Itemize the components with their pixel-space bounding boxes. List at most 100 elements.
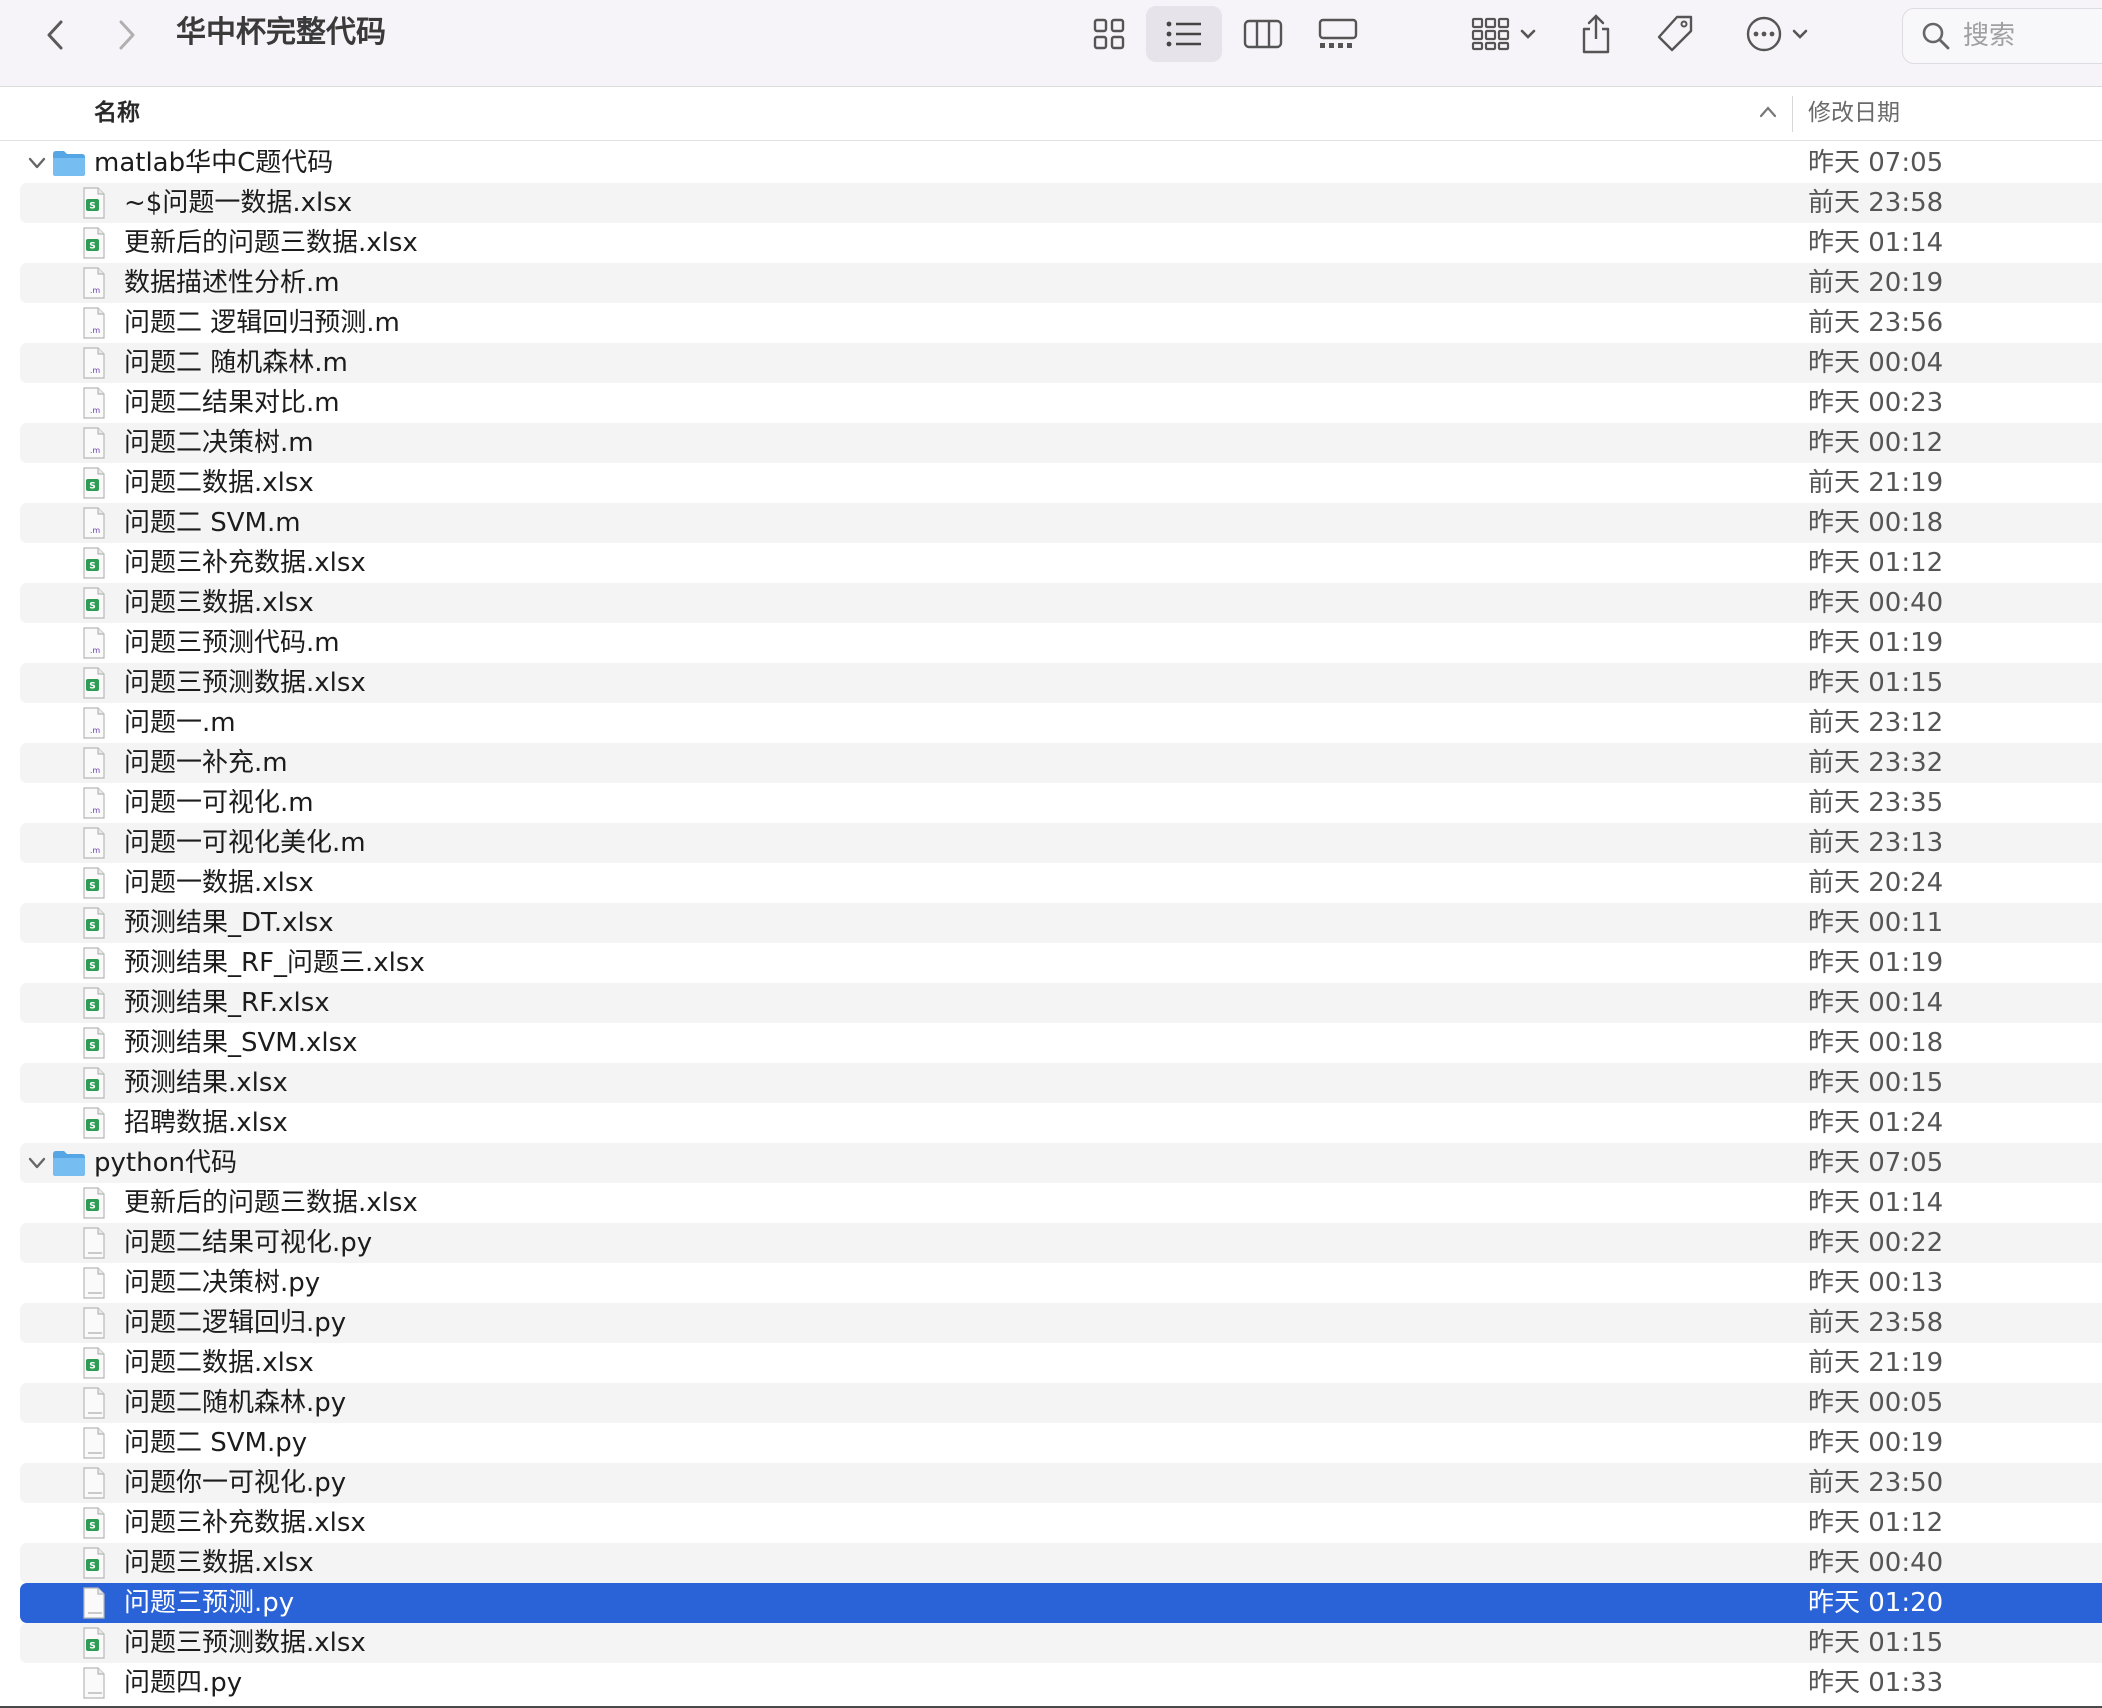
file-name: 问题二逻辑回归.py: [124, 1308, 347, 1338]
file-row[interactable]: 问题二逻辑回归.py 前天 23:58: [20, 1303, 2102, 1343]
spreadsheet-icon: S: [83, 187, 105, 219]
search-input[interactable]: [1961, 20, 2102, 52]
more-actions-button[interactable]: [1738, 6, 1816, 62]
svg-text:S: S: [89, 1122, 95, 1132]
python-file-icon: [83, 1467, 105, 1499]
file-row[interactable]: S 更新后的问题三数据.xlsx 昨天 01:14: [20, 223, 2102, 263]
file-row[interactable]: .m 问题三预测代码.m 昨天 01:19: [20, 623, 2102, 663]
tag-icon: [1657, 15, 1693, 52]
spreadsheet-icon: S: [83, 907, 105, 939]
file-name: 问题二 SVM.m: [124, 508, 301, 538]
search-field[interactable]: [1902, 8, 2102, 64]
file-row[interactable]: S 预测结果_DT.xlsx 昨天 00:11: [20, 903, 2102, 943]
row-icon: [82, 1307, 106, 1343]
sort-ascending-icon[interactable]: [1758, 102, 1778, 122]
modified-date: 昨天 01:15: [1808, 668, 1944, 698]
modified-date: 昨天 01:15: [1808, 1628, 1944, 1658]
matlab-file-icon: .m: [83, 387, 105, 419]
file-row[interactable]: S 问题三数据.xlsx 昨天 00:40: [20, 583, 2102, 623]
file-row[interactable]: .m 问题二结果对比.m 昨天 00:23: [20, 383, 2102, 423]
file-name: 问题三预测.py: [124, 1588, 295, 1618]
spreadsheet-icon: S: [83, 587, 105, 619]
name-column-header[interactable]: 名称: [94, 97, 140, 129]
file-row[interactable]: S 问题三数据.xlsx 昨天 00:40: [20, 1543, 2102, 1583]
file-name: 问题三预测数据.xlsx: [124, 668, 366, 698]
file-row[interactable]: S 预测结果_SVM.xlsx 昨天 00:18: [20, 1023, 2102, 1063]
file-row[interactable]: .m 问题一.m 前天 23:12: [20, 703, 2102, 743]
column-divider[interactable]: [1792, 96, 1793, 132]
back-button[interactable]: [30, 10, 80, 60]
file-row[interactable]: .m 问题一补充.m 前天 23:32: [20, 743, 2102, 783]
matlab-file-icon: .m: [83, 627, 105, 659]
file-row[interactable]: S 招聘数据.xlsx 昨天 01:24: [20, 1103, 2102, 1143]
svg-text:S: S: [89, 1642, 95, 1652]
row-icon: .m: [82, 387, 106, 423]
file-row[interactable]: S 预测结果_RF.xlsx 昨天 00:14: [20, 983, 2102, 1023]
group-button[interactable]: [1464, 6, 1544, 62]
file-row[interactable]: .m 问题二 SVM.m 昨天 00:18: [20, 503, 2102, 543]
file-name: python代码: [94, 1148, 237, 1178]
forward-button[interactable]: [102, 10, 152, 60]
file-row[interactable]: S 问题三预测数据.xlsx 昨天 01:15: [20, 1623, 2102, 1663]
gallery-view-button[interactable]: [1303, 6, 1373, 62]
file-row[interactable]: .m 问题二 逻辑回归预测.m 前天 23:56: [20, 303, 2102, 343]
matlab-file-icon: .m: [83, 827, 105, 859]
file-row[interactable]: S 更新后的问题三数据.xlsx 昨天 01:14: [20, 1183, 2102, 1223]
file-row[interactable]: 问题四.py 昨天 01:33: [20, 1663, 2102, 1703]
ellipsis-circle-icon: [1746, 16, 1782, 52]
svg-text:S: S: [89, 1082, 95, 1092]
modified-date: 昨天 00:13: [1808, 1268, 1944, 1298]
disclosure-triangle-icon[interactable]: [26, 152, 48, 174]
folder-row[interactable]: matlab华中C题代码 昨天 07:05: [20, 143, 2102, 183]
file-name: 更新后的问题三数据.xlsx: [124, 228, 418, 258]
python-file-icon: [83, 1427, 105, 1459]
column-header: 名称 修改日期: [0, 87, 2102, 141]
row-icon: .m: [82, 707, 106, 743]
file-row[interactable]: S 问题三补充数据.xlsx 昨天 01:12: [20, 1503, 2102, 1543]
list-view-button[interactable]: [1146, 6, 1222, 62]
file-row[interactable]: .m 问题二决策树.m 昨天 00:12: [20, 423, 2102, 463]
file-row[interactable]: S 问题二数据.xlsx 前天 21:19: [20, 1343, 2102, 1383]
file-row[interactable]: .m 问题一可视化美化.m 前天 23:13: [20, 823, 2102, 863]
file-row[interactable]: S ~$问题一数据.xlsx 前天 23:58: [20, 183, 2102, 223]
file-row[interactable]: .m 数据描述性分析.m 前天 20:19: [20, 263, 2102, 303]
folder-row[interactable]: python代码 昨天 07:05: [20, 1143, 2102, 1183]
share-icon: [1582, 14, 1610, 54]
date-modified-column-header[interactable]: 修改日期: [1808, 97, 1900, 129]
svg-text:S: S: [89, 562, 95, 572]
file-name: 问题三预测代码.m: [124, 628, 340, 658]
modified-date: 昨天 01:19: [1808, 948, 1944, 978]
share-button[interactable]: [1576, 6, 1616, 62]
file-row[interactable]: S 问题二数据.xlsx 前天 21:19: [20, 463, 2102, 503]
modified-date: 昨天 01:33: [1808, 1668, 1944, 1698]
file-row[interactable]: 问题二结果可视化.py 昨天 00:22: [20, 1223, 2102, 1263]
file-row[interactable]: .m 问题一可视化.m 前天 23:35: [20, 783, 2102, 823]
disclosure-triangle-icon[interactable]: [26, 1152, 48, 1174]
file-name: ~$问题一数据.xlsx: [124, 188, 353, 218]
svg-text:.m: .m: [90, 366, 101, 375]
row-icon: [82, 1667, 106, 1703]
modified-date: 前天 21:19: [1808, 1348, 1944, 1378]
file-row[interactable]: .m 问题二 随机森林.m 昨天 00:04: [20, 343, 2102, 383]
modified-date: 前天 23:13: [1808, 828, 1944, 858]
row-icon: S: [82, 187, 106, 223]
icon-view-button[interactable]: [1074, 6, 1144, 62]
columns-icon: [1243, 19, 1283, 49]
file-row[interactable]: 问题三预测.py 昨天 01:20: [20, 1583, 2102, 1623]
file-row[interactable]: S 预测结果_RF_问题三.xlsx 昨天 01:19: [20, 943, 2102, 983]
file-name: 问题三预测数据.xlsx: [124, 1628, 366, 1658]
tags-button[interactable]: [1652, 6, 1698, 62]
file-row[interactable]: 问题你一可视化.py 前天 23:50: [20, 1463, 2102, 1503]
file-row[interactable]: S 问题三补充数据.xlsx 昨天 01:12: [20, 543, 2102, 583]
row-icon: S: [82, 947, 106, 983]
file-row[interactable]: S 问题三预测数据.xlsx 昨天 01:15: [20, 663, 2102, 703]
file-row[interactable]: S 预测结果.xlsx 昨天 00:15: [20, 1063, 2102, 1103]
file-row[interactable]: 问题二 SVM.py 昨天 00:19: [20, 1423, 2102, 1463]
file-row[interactable]: 问题二决策树.py 昨天 00:13: [20, 1263, 2102, 1303]
matlab-file-icon: .m: [83, 307, 105, 339]
modified-date: 昨天 00:05: [1808, 1388, 1944, 1418]
row-icon: .m: [82, 347, 106, 383]
column-view-button[interactable]: [1228, 6, 1298, 62]
file-row[interactable]: S 问题一数据.xlsx 前天 20:24: [20, 863, 2102, 903]
file-row[interactable]: 问题二随机森林.py 昨天 00:05: [20, 1383, 2102, 1423]
